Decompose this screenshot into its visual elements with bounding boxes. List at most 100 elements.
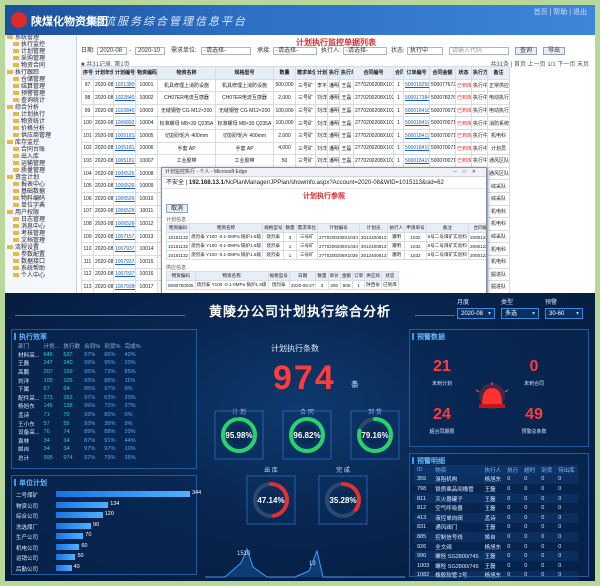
sidebar-item[interactable]: 结算管理 — [5, 84, 76, 91]
table-row[interactable]: 1082 橡胶软管 2号 杨旭东 0 0 0 0 — [414, 570, 578, 581]
search-input[interactable]: 请输入代码 — [449, 47, 509, 55]
column-header[interactable]: 合同数 — [393, 66, 404, 80]
sidebar-item[interactable]: 流程设置 — [5, 245, 76, 252]
sidebar-item[interactable]: 系统帮助 — [5, 266, 76, 273]
table-row[interactable]: 103 2020-08 10051813 10007 工业胶带 工业胶带 50 三号矿 刘洋 潘明… — [81, 154, 510, 168]
query-button[interactable]: 查询 — [515, 47, 538, 55]
filter1-select[interactable]: -请选择- — [201, 47, 251, 55]
table-cell[interactable]: 10071571 — [113, 229, 136, 244]
sidebar-item[interactable]: 数据接口 — [5, 259, 76, 266]
table-row[interactable]: 831 通风阀门 王磊 0 0 0 0 — [414, 523, 578, 533]
table-row[interactable]: 926 全文阀 杨旭东 0 0 0 0 — [414, 542, 578, 552]
sidebar-item[interactable]: 物资合同 — [5, 63, 76, 70]
table-row[interactable]: 97 2020-08 10213809 10001 机具修理上消防设施 机具修理上消防设施… — [81, 78, 510, 93]
table-row[interactable]: 798 铁质乘品间橡管 王磊 0 0 0 0 — [414, 484, 578, 494]
date-to-select[interactable]: 2020-10 — [135, 47, 165, 55]
column-header[interactable]: 订单编号 — [403, 66, 430, 80]
table-row[interactable]: 99 2020-08 10228403 10003 无缝钢管 CG M12×200 无缝钢… — [81, 103, 510, 118]
sidebar-item[interactable]: 运输管理 — [5, 161, 76, 168]
table-cell[interactable]: 5000184192 — [403, 141, 430, 156]
sidebar-item[interactable]: 库存监控 — [5, 140, 76, 147]
table-cell[interactable]: 10079378 — [113, 254, 136, 269]
table-row[interactable]: 811 灭火器罐子 王磊 0 0 0 0 — [414, 493, 578, 504]
filter4-select[interactable]: 执行中 — [407, 47, 443, 55]
table-row[interactable]: 101 2020-08 10051811 10005 切割砂轮片 400mm 切割砂轮片 … — [81, 128, 510, 143]
table-cell[interactable]: 10079380 — [113, 280, 136, 293]
sidebar-item[interactable]: 预警管理 — [5, 91, 76, 98]
address-bar[interactable]: 不安全 | 192.168.13.1/NcPlanManager/JPPlan/… — [162, 177, 486, 189]
table-cell[interactable]: 10079377 — [113, 242, 136, 256]
sidebar-item[interactable]: 执行监控 — [5, 42, 76, 49]
column-header[interactable]: 计划编号 — [113, 66, 136, 80]
sidebar-item[interactable]: 合同台账 — [5, 147, 76, 154]
table-cell[interactable]: 5000184185 — [403, 103, 430, 118]
sidebar-item[interactable]: 系统管理 — [5, 35, 76, 42]
column-header[interactable]: 备注 — [487, 66, 510, 80]
column-header[interactable]: 规格型号 — [215, 66, 274, 80]
sidebar-item[interactable]: 基础数据 — [5, 189, 76, 196]
date-from-select[interactable]: 2020-08 — [97, 47, 127, 55]
sidebar-item[interactable]: 仓储管理 — [5, 77, 76, 84]
column-header[interactable]: 序号 — [81, 66, 94, 80]
table-cell[interactable]: 10213809 — [113, 78, 136, 93]
sidebar-item[interactable]: 单位字典 — [5, 203, 76, 210]
top-right-nav[interactable]: 首页 | 帮助 | 退出 — [534, 7, 587, 17]
column-header[interactable]: 计划员 — [315, 66, 328, 80]
table-cell[interactable]: 5000184193 — [403, 154, 430, 168]
sidebar-item[interactable]: 日志管理 — [5, 217, 76, 224]
table-row[interactable]: 413 液控单向阀 孟诗 0 0 0 0 — [414, 512, 578, 523]
table-cell[interactable]: 5000182588 — [403, 78, 430, 93]
table-cell[interactable]: 10051813 — [113, 154, 136, 168]
table-cell[interactable]: 10065262 — [113, 166, 136, 181]
export-button[interactable]: 导出 — [543, 47, 566, 55]
column-header[interactable]: 物资名称 — [157, 66, 216, 80]
table-cell[interactable]: 10065266 — [113, 217, 136, 231]
table-cell[interactable]: 5000173845 — [403, 91, 430, 105]
table-cell[interactable]: 10065263 — [113, 179, 136, 193]
column-header[interactable]: 需求单位 — [295, 66, 316, 80]
table-cell[interactable]: 5000184191 — [403, 128, 430, 143]
sidebar-item[interactable]: 查询统计 — [5, 98, 76, 105]
column-header[interactable]: 合同金额 — [429, 66, 456, 80]
filter3-select[interactable]: -请选择- — [343, 47, 387, 55]
column-header[interactable]: 计划年份 — [93, 66, 114, 80]
table-cell[interactable]: 10228403 — [113, 103, 136, 118]
table-row[interactable]: 355 溴阻机构 杨旭东 0 0 0 0 — [414, 474, 578, 485]
table-row[interactable]: 102 2020-08 10051812 10006 手套 AP 手套 AP 4,000 三号… — [81, 141, 510, 156]
sidebar-item[interactable]: 质量管理 — [5, 168, 76, 175]
sidebar-item[interactable]: 消息中心 — [5, 224, 76, 231]
sidebar-item[interactable]: 考核管理 — [5, 231, 76, 238]
sidebar-item[interactable]: 文档管理 — [5, 238, 76, 245]
sidebar-item[interactable]: 参数配置 — [5, 252, 76, 259]
table-cell[interactable]: 10068931 — [113, 116, 136, 130]
cancel-button[interactable]: 取消 — [166, 204, 189, 213]
sidebar-item[interactable]: 个人中心 — [5, 273, 76, 280]
table-row[interactable]: 1003 螺栓 SG2800/745 王磊 0 0 0 0 — [414, 561, 578, 571]
table-cell[interactable]: 10065264 — [113, 191, 136, 206]
table-row[interactable]: 812 空气呼吸器 王磊 0 0 0 0 — [414, 503, 578, 513]
sidebar-item[interactable]: 计划执行 — [5, 112, 76, 119]
column-header[interactable]: 合同编号 — [353, 66, 394, 80]
table-row[interactable]: 885 控制信号线 姬自 0 0 0 0 — [414, 532, 578, 542]
window-controls-icon[interactable]: ─□✕ — [453, 168, 482, 177]
sidebar-item[interactable]: 综合分析 — [5, 105, 76, 112]
table-cell[interactable]: 10051812 — [113, 141, 136, 156]
column-header[interactable]: 执行人 — [327, 66, 340, 80]
table-row[interactable]: 100 2020-08 10068931 10004 标准螺母 M8×30 Q235A 标… — [81, 116, 510, 130]
table-cell[interactable]: 10079379 — [113, 267, 136, 282]
sidebar-item[interactable]: 资金计划 — [5, 175, 76, 182]
sidebar-item[interactable]: 报表中心 — [5, 182, 76, 189]
table-row[interactable]: 990 螺栓 SG2800/745 王磊 0 0 0 0 — [414, 551, 578, 561]
table-cell[interactable]: 5000184190 — [403, 116, 430, 130]
sidebar-item[interactable]: 出入库 — [5, 154, 76, 161]
sidebar-item[interactable]: 采购管理 — [5, 56, 76, 63]
filter2-select[interactable]: -请选择- — [273, 47, 317, 55]
sidebar-item[interactable]: 用户权限 — [5, 210, 76, 217]
column-header[interactable]: 物资编码 — [135, 66, 158, 80]
sidebar-item[interactable]: 计划管理 — [5, 49, 76, 56]
sidebar-item[interactable]: 执行跟踪 — [5, 70, 76, 77]
sidebar-item[interactable]: 价格分析 — [5, 126, 76, 133]
table-cell[interactable]: 10051811 — [113, 128, 136, 143]
table-row[interactable]: 98 2020-08 10228403 10002 CH07ER电流互感器 CH07ER电… — [81, 91, 510, 105]
column-header[interactable]: 执行单位 — [339, 66, 354, 80]
